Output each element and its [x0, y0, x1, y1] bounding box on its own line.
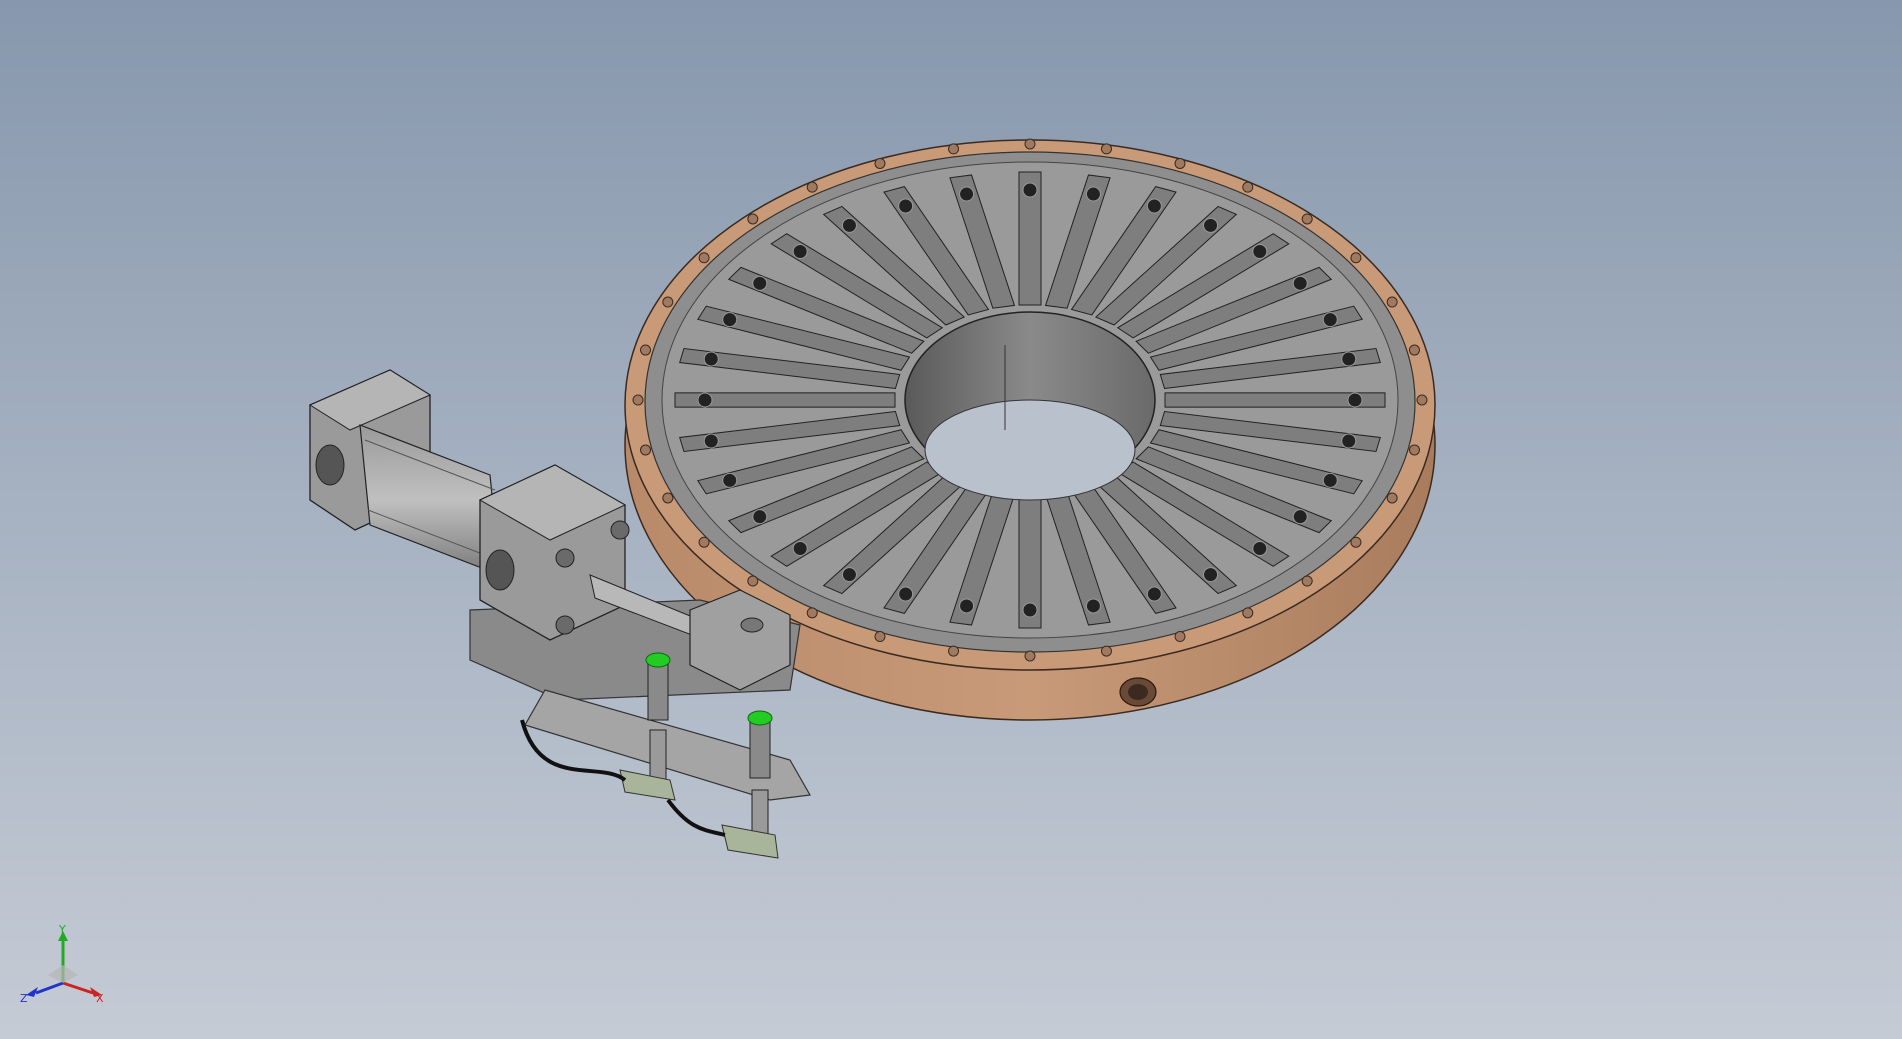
finger-bolt	[792, 540, 808, 556]
finger-bolt	[1341, 351, 1357, 367]
finger-bolt	[1252, 244, 1268, 260]
rim-screw	[874, 631, 886, 643]
finger-bolt	[1022, 182, 1038, 198]
rim-screw	[1100, 645, 1112, 657]
rim-screw	[1408, 344, 1420, 356]
rim-screw	[948, 143, 960, 155]
finger-bolt	[1322, 312, 1338, 328]
finger-bolt	[703, 351, 719, 367]
finger-bolt	[1085, 186, 1101, 202]
rim-screw	[806, 181, 818, 193]
finger-bolt	[1146, 198, 1162, 214]
graphics-viewport[interactable]: Y X Z	[0, 0, 1902, 1039]
rim-screw	[1242, 181, 1254, 193]
finger-bolt	[1146, 586, 1162, 602]
triad-z-label: Z	[20, 992, 28, 1005]
rim-screw	[632, 394, 644, 406]
rim-screw	[1350, 536, 1362, 548]
triad-y-label: Y	[58, 925, 66, 936]
finger-bolt	[752, 275, 768, 291]
rim-screw	[698, 536, 710, 548]
finger-bolt	[1322, 472, 1338, 488]
finger-bolt	[1022, 602, 1038, 618]
rim-screw	[806, 607, 818, 619]
finger-bolt	[1203, 217, 1219, 233]
finger-bolt	[1203, 567, 1219, 583]
rim-screw	[640, 444, 652, 456]
rim-screw	[1416, 394, 1428, 406]
cad-model-view[interactable]	[0, 0, 1902, 1039]
finger-bolt	[1341, 433, 1357, 449]
center-bore[interactable]	[904, 311, 1156, 501]
rim-screw	[1386, 492, 1398, 504]
finger-bolt	[959, 598, 975, 614]
finger-bolt	[703, 433, 719, 449]
finger-bolt	[1292, 275, 1308, 291]
rim-screw	[640, 344, 652, 356]
finger-bolt	[1085, 598, 1101, 614]
finger-bolt	[898, 586, 914, 602]
triad-z-axis: Z	[20, 981, 64, 1005]
finger-bolt	[841, 217, 857, 233]
finger-bolt	[1292, 509, 1308, 525]
axis-triad: Y X Z	[20, 925, 104, 1005]
finger-bolt	[722, 312, 738, 328]
rim-screw	[1174, 631, 1186, 643]
rim-screw	[1024, 138, 1036, 150]
finger-bolt	[792, 244, 808, 260]
triad-x-axis: X	[62, 981, 104, 1005]
finger-bolt	[697, 392, 713, 408]
rim-screw	[1386, 296, 1398, 308]
finger-bolt	[898, 198, 914, 214]
finger-bolt	[959, 186, 975, 202]
rim-screw	[1174, 157, 1186, 169]
finger-bolt	[1347, 392, 1363, 408]
rim-screw	[747, 575, 759, 587]
rim-screw	[662, 296, 674, 308]
rim-screw	[1301, 213, 1313, 225]
rim-screw	[1408, 444, 1420, 456]
rim-screw	[1242, 607, 1254, 619]
rim-screw	[1100, 143, 1112, 155]
rim-screw	[698, 252, 710, 264]
rim-screw	[747, 213, 759, 225]
triad-x-label: X	[96, 992, 104, 1005]
rim-screw	[948, 645, 960, 657]
rim-screw	[662, 492, 674, 504]
rim-screw	[1350, 252, 1362, 264]
finger-bolt	[722, 472, 738, 488]
rim-screw	[874, 157, 886, 169]
rim-screw	[1024, 650, 1036, 662]
rim-screw	[1301, 575, 1313, 587]
finger-bolt	[752, 509, 768, 525]
finger-bolt	[841, 567, 857, 583]
finger-bolt	[1252, 540, 1268, 556]
